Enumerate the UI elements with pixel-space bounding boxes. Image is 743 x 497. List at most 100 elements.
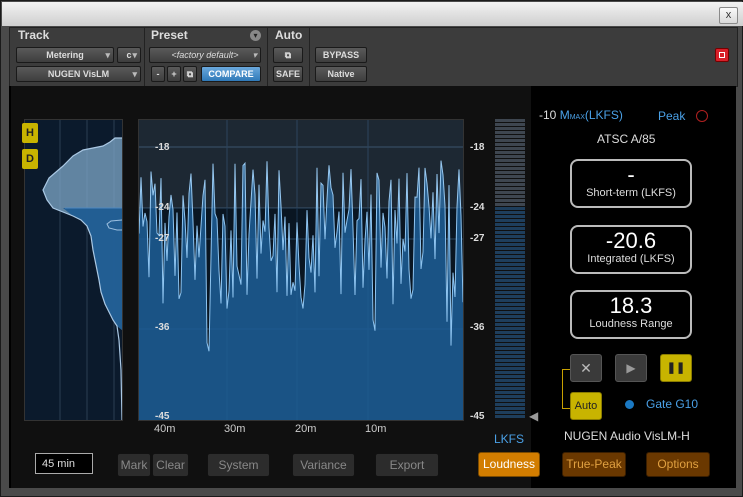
preset-header: Preset xyxy=(151,28,188,42)
track-select[interactable]: Metering xyxy=(16,47,114,63)
plugin-select[interactable]: NUGEN VisLM xyxy=(16,66,141,82)
meter-segment xyxy=(495,187,525,190)
graph-y-tick-right: -18 xyxy=(470,142,485,153)
meter-segment xyxy=(495,151,525,154)
gate-indicator-icon xyxy=(625,400,634,409)
meter-segment xyxy=(495,323,525,326)
loudness-histogram xyxy=(24,119,123,421)
window-titlebar[interactable]: x xyxy=(2,2,743,26)
peak-label: Peak xyxy=(658,109,686,123)
meter-segment xyxy=(495,171,525,174)
graph-x-tick: 20m xyxy=(295,423,317,435)
header-divider xyxy=(267,28,268,86)
short-term-value: - xyxy=(627,162,635,187)
integrated-label: Integrated (LKFS) xyxy=(587,253,675,265)
meter-segment xyxy=(495,319,525,322)
tab-true-peak[interactable]: True-Peak xyxy=(562,452,626,477)
copy-settings-icon[interactable]: ⧉ xyxy=(183,66,197,82)
meter-segment xyxy=(495,135,525,138)
previous-preset-button[interactable]: - xyxy=(151,66,165,82)
preset-menu-icon[interactable]: ▾ xyxy=(250,30,261,41)
duration-field[interactable]: 45 min xyxy=(35,453,93,474)
meter-segment xyxy=(495,331,525,334)
meter-segment xyxy=(495,303,525,306)
graph-y-tick: -18 xyxy=(155,142,170,153)
graph-x-tick: 30m xyxy=(224,423,246,435)
meter-segment xyxy=(495,183,525,186)
graph-y-tick: -27 xyxy=(155,233,170,244)
pause-button[interactable]: ❚❚ xyxy=(660,354,692,382)
meter-segment xyxy=(495,291,525,294)
next-preset-button[interactable]: + xyxy=(167,66,181,82)
meter-segment xyxy=(495,355,525,358)
peak-indicator-icon[interactable] xyxy=(696,110,708,122)
meter-panel: H D -18 -24 -27 -36 -45 -18 -24 -27 -36 … xyxy=(11,86,538,488)
tab-loudness[interactable]: Loudness xyxy=(478,452,540,477)
loudness-range-value: 18.3 xyxy=(609,293,653,318)
meter-segment xyxy=(495,235,525,238)
scale-readout: -10 MMAX(LKFS) xyxy=(539,108,623,122)
reset-button[interactable]: ✕ xyxy=(570,354,602,382)
meter-segment xyxy=(495,375,525,378)
scale-m: M xyxy=(559,108,570,122)
safe-button[interactable]: SAFE xyxy=(273,66,303,82)
meter-segment xyxy=(495,251,525,254)
graph-y-tick-right: -24 xyxy=(470,202,485,213)
automation-window-icon[interactable]: ⧉ xyxy=(273,47,303,63)
bypass-button[interactable]: BYPASS xyxy=(315,47,367,63)
meter-segment xyxy=(495,283,525,286)
meter-segment xyxy=(495,387,525,390)
meter-segment xyxy=(495,139,525,142)
meter-segment xyxy=(495,347,525,350)
meter-segment xyxy=(495,147,525,150)
meter-segment xyxy=(495,299,525,302)
meter-segment xyxy=(495,415,525,418)
meter-segment xyxy=(495,383,525,386)
meter-segment xyxy=(495,207,525,210)
meter-segment xyxy=(495,307,525,310)
compare-button[interactable]: COMPARE xyxy=(201,66,261,82)
system-button[interactable]: System xyxy=(207,453,270,477)
integrated-value: -20.6 xyxy=(605,228,657,253)
meter-segment xyxy=(495,295,525,298)
clear-button[interactable]: Clear xyxy=(152,453,189,477)
meter-segment xyxy=(495,335,525,338)
variance-button[interactable]: Variance xyxy=(292,453,355,477)
loudness-history-graph xyxy=(138,119,464,421)
preset-select[interactable]: <factory default> xyxy=(149,47,261,63)
header-divider xyxy=(309,28,310,86)
meter-segment xyxy=(495,227,525,230)
meter-segment xyxy=(495,143,525,146)
close-icon[interactable]: x xyxy=(719,7,738,24)
meter-segment xyxy=(495,339,525,342)
graph-y-tick: -36 xyxy=(155,322,170,333)
play-button[interactable]: ▶ xyxy=(615,354,647,382)
meter-segment xyxy=(495,159,525,162)
lkfs-bar-meter xyxy=(495,119,525,419)
meter-segment xyxy=(495,211,525,214)
meter-segment xyxy=(495,279,525,282)
meter-unit-label: LKFS xyxy=(494,432,525,446)
loudness-range-readout: 18.3 Loudness Range xyxy=(570,290,692,339)
meter-segment xyxy=(495,351,525,354)
meter-segment xyxy=(495,123,525,126)
tab-options[interactable]: Options xyxy=(646,452,710,477)
scale-sub: MAX xyxy=(569,114,585,121)
meter-segment xyxy=(495,127,525,130)
meter-segment xyxy=(495,255,525,258)
histogram-d-button[interactable]: D xyxy=(22,149,38,169)
meter-segment xyxy=(495,263,525,266)
channel-select[interactable]: c xyxy=(117,47,141,63)
auto-header: Auto xyxy=(275,28,303,42)
native-indicator: Native xyxy=(315,66,367,82)
graph-y-tick-right: -45 xyxy=(470,411,485,422)
auto-button[interactable]: Auto xyxy=(570,392,602,420)
meter-segment xyxy=(495,327,525,330)
meter-segment xyxy=(495,267,525,270)
histogram-h-button[interactable]: H xyxy=(22,123,38,143)
export-button[interactable]: Export xyxy=(375,453,439,477)
scale-value: -10 xyxy=(539,108,557,122)
mark-button[interactable]: Mark xyxy=(117,453,151,477)
meter-segment xyxy=(495,215,525,218)
meter-segment xyxy=(495,315,525,318)
